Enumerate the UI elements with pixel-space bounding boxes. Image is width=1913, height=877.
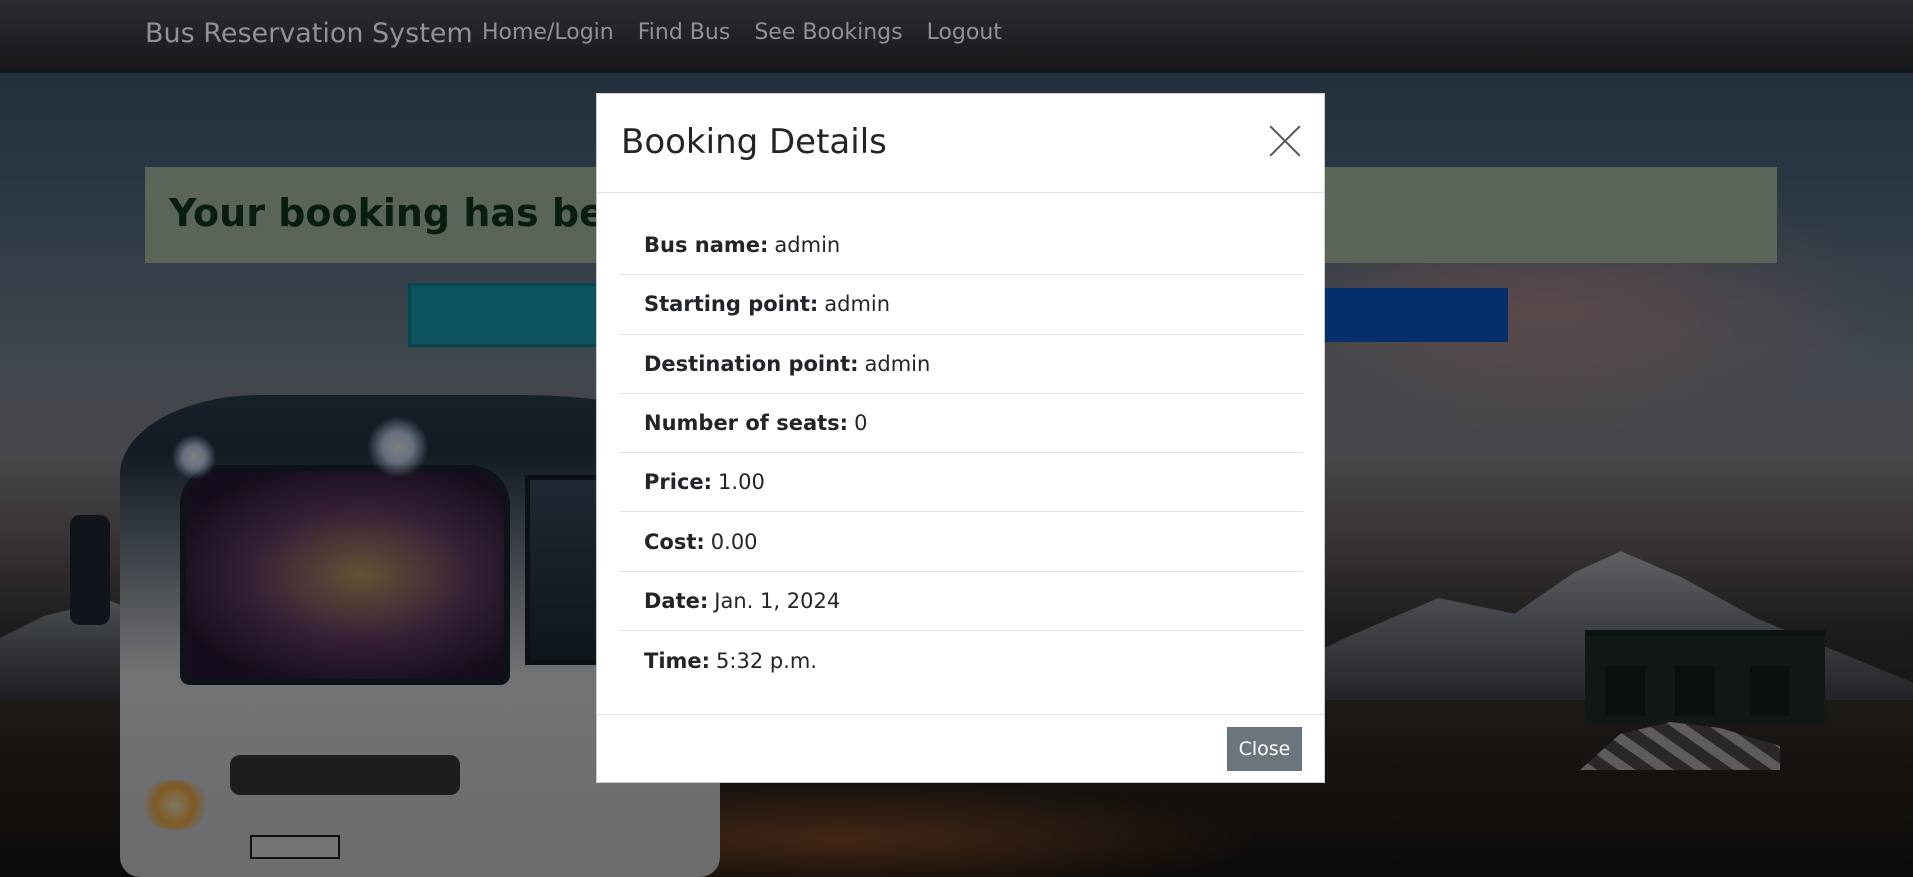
close-button[interactable]: Close xyxy=(1227,727,1302,771)
detail-label: Time: xyxy=(644,648,711,673)
detail-value: 0 xyxy=(854,411,868,436)
detail-time: Time: 5:32 p.m. xyxy=(620,631,1303,690)
close-icon[interactable] xyxy=(1268,124,1302,158)
detail-value: admin xyxy=(824,292,891,317)
modal-header: Booking Details xyxy=(597,94,1324,193)
booking-details-modal: Booking Details Bus name: admin Starting… xyxy=(596,93,1325,783)
nav-link-home-login[interactable]: Home/Login xyxy=(482,20,614,45)
detail-number-of-seats: Number of seats: 0 xyxy=(620,394,1303,454)
modal-footer: Close xyxy=(597,714,1324,782)
detail-label: Number of seats: xyxy=(644,411,849,436)
detail-value: 0.00 xyxy=(710,529,758,554)
detail-cost: Cost: 0.00 xyxy=(620,512,1303,572)
nav-link-logout[interactable]: Logout xyxy=(927,20,1002,45)
modal-title: Booking Details xyxy=(621,122,887,162)
detail-label: Destination point: xyxy=(644,351,859,376)
detail-starting-point: Starting point: admin xyxy=(620,275,1303,335)
detail-date: Date: Jan. 1, 2024 xyxy=(620,572,1303,632)
nav-links: Home/Login Find Bus See Bookings Logout xyxy=(482,20,1002,45)
detail-value: 5:32 p.m. xyxy=(716,648,818,673)
detail-destination-point: Destination point: admin xyxy=(620,335,1303,394)
detail-value: admin xyxy=(864,351,931,376)
detail-bus-name: Bus name: admin xyxy=(620,216,1303,276)
nav-link-see-bookings[interactable]: See Bookings xyxy=(754,20,902,45)
detail-label: Cost: xyxy=(644,529,705,554)
detail-label: Starting point: xyxy=(644,292,819,317)
detail-value: admin xyxy=(774,233,841,258)
navbar: Bus Reservation System Home/Login Find B… xyxy=(0,0,1913,73)
detail-price: Price: 1.00 xyxy=(620,453,1303,513)
nav-link-find-bus[interactable]: Find Bus xyxy=(638,20,731,45)
detail-label: Bus name: xyxy=(644,233,769,258)
detail-label: Price: xyxy=(644,470,713,495)
detail-value: 1.00 xyxy=(718,470,765,495)
detail-label: Date: xyxy=(644,588,709,613)
detail-value: Jan. 1, 2024 xyxy=(714,588,841,613)
booking-details-list: Bus name: admin Starting point: admin De… xyxy=(620,216,1303,690)
navbar-brand[interactable]: Bus Reservation System xyxy=(145,18,473,49)
